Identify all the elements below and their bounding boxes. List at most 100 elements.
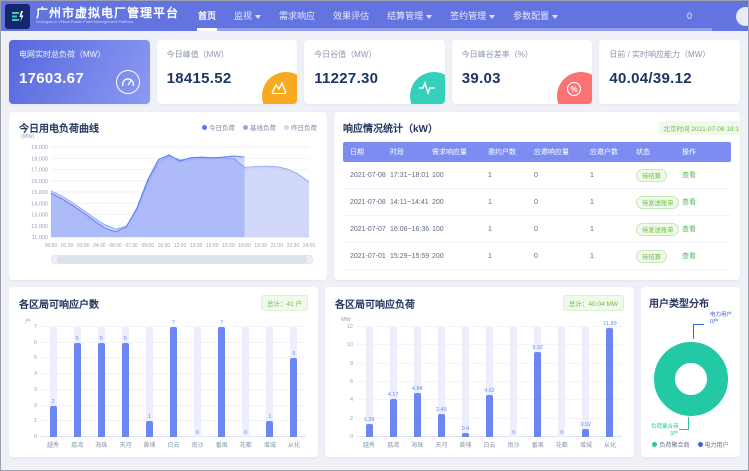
legend-dot [284, 125, 289, 130]
table-cell: 0 [534, 199, 590, 206]
y-tick-label: 1 [21, 418, 37, 424]
table-cell: 1 [590, 226, 636, 233]
svg-text:18:00: 18:00 [238, 243, 251, 249]
bar [582, 429, 589, 437]
y-tick-label: 3 [21, 387, 37, 393]
x-tick-label: 白云 [161, 440, 185, 449]
x-tick-label: 从化 [598, 440, 622, 449]
nav-item-5[interactable]: 签约管理 [441, 1, 504, 31]
households-bar-card: 各区局可响应户数 总计：41 户 户0123456726661707015越秀荔… [9, 287, 318, 457]
bar [438, 414, 445, 437]
kpi-card-peak: 今日峰值（MW） 18415.52 [157, 40, 298, 104]
y-tick-label: 10 [337, 342, 353, 348]
nav-item-6[interactable]: 参数配置 [504, 1, 567, 31]
bar-track [510, 327, 517, 437]
column-header: 邀约户数 [488, 147, 534, 157]
legend-item-2[interactable]: 昨日负荷 [284, 122, 317, 132]
donut-legend-item-0[interactable]: 负荷聚合商 [652, 440, 689, 449]
bar-column: 9.32 [526, 327, 550, 437]
user-avatar[interactable] [736, 7, 749, 26]
view-link[interactable]: 查看 [682, 253, 696, 260]
bar-column: 2.49 [429, 327, 453, 437]
bar-column: 5 [282, 327, 306, 437]
nav-item-2[interactable]: 需求响应 [270, 1, 324, 31]
response-stats-title: 响应情况统计（kW） [343, 120, 438, 135]
datazoom-slider[interactable] [51, 255, 313, 264]
table-row: 2021-07-0716:06~16:36100101待发送账单查看 [343, 216, 731, 243]
donut-legend-item-1[interactable]: 电力用户 [698, 440, 729, 449]
legend-label: 负荷聚合商 [659, 440, 689, 449]
table-header-row: 日期时段需求响应量邀约户数应邀响应量应邀户数状态操作 [343, 142, 731, 162]
nav-item-4[interactable]: 结算管理 [378, 1, 441, 31]
bar-column: 4.17 [381, 327, 405, 437]
bar-column: 0 [550, 327, 574, 437]
bar [290, 358, 297, 437]
svg-text:19:30: 19:30 [254, 243, 267, 249]
bar-column: 6 [65, 327, 89, 437]
user-type-title: 用户类型分布 [649, 295, 732, 310]
bar [390, 399, 397, 437]
table-row: 2021-07-0115:29~15:59200101待结算查看 [343, 243, 731, 270]
callout-line-top [693, 324, 704, 339]
table-body: 2021-07-0817:31~18:01100101待结算查看2021-07-… [343, 162, 731, 270]
chevron-down-icon [426, 15, 432, 19]
bar [414, 393, 421, 437]
bar [462, 433, 469, 437]
bar [50, 406, 57, 437]
bar-value-label: 7 [155, 320, 191, 326]
svg-text:10:30: 10:30 [158, 243, 171, 249]
y-tick-label: 5 [21, 355, 37, 361]
column-header: 应邀响应量 [534, 147, 590, 157]
bar [606, 328, 613, 437]
households-title: 各区局可响应户数 [19, 296, 99, 311]
table-cell: 15:29~15:59 [390, 253, 432, 260]
bar-column: 1.39 [357, 327, 381, 437]
svg-text:07:30: 07:30 [125, 243, 138, 249]
donut-ring [654, 342, 728, 416]
x-tick-label: 花都 [234, 440, 258, 449]
x-tick-label: 花都 [550, 440, 574, 449]
notification-count[interactable]: 0 [687, 1, 692, 31]
kpi-value: 40.04/39.12 [609, 70, 730, 87]
nav-item-1[interactable]: 监视 [225, 1, 270, 31]
bolt-icon [10, 9, 25, 24]
column-header: 操作 [682, 147, 731, 157]
load-bar-chart: MW0246810121.394.174.842.490.44.6209.320… [335, 327, 624, 449]
y-axis-unit: (MW) [21, 134, 34, 140]
bar-value-label: 5 [276, 351, 312, 357]
bar [170, 327, 177, 437]
table-cell: 2021-07-08 [350, 199, 390, 206]
table-cell: 200 [432, 253, 488, 260]
load-bar-card: 各区局可响应负荷 总计：40.04 MW MW0246810121.394.17… [325, 287, 634, 457]
app-title: 广州市虚拟电厂管理平台 [36, 7, 179, 20]
svg-text:09:00: 09:00 [141, 243, 154, 249]
view-link[interactable]: 查看 [682, 226, 696, 233]
x-tick-label: 越秀 [357, 440, 381, 449]
bar-category-axis: 越秀荔湾海珠天河黄埔白云南沙番禺花都增城从化 [357, 440, 622, 449]
view-link[interactable]: 查看 [682, 199, 696, 206]
kpi-card-total-load: 电网实时总负荷（MW） 17603.67 [9, 40, 150, 104]
y-tick-label: 8 [337, 361, 353, 367]
bar [74, 343, 81, 437]
bar-column: 1 [137, 327, 161, 437]
y-tick-label: 12 [337, 324, 353, 330]
svg-text:06:00: 06:00 [109, 243, 122, 249]
bar-column: 0 [186, 327, 210, 437]
load-curve-legend: 今日负荷基线负荷昨日负荷 [202, 122, 317, 132]
bar-column: 6 [89, 327, 113, 437]
bar-column: 0 [234, 327, 258, 437]
bar-column: 7 [210, 327, 234, 437]
nav-item-0[interactable]: 首页 [189, 1, 225, 31]
legend-label: 今日负荷 [209, 122, 235, 132]
bar-plot: 户0123456726661707015 [41, 327, 306, 437]
y-tick-label: 7 [21, 324, 37, 330]
svg-text:01:30: 01:30 [61, 243, 74, 249]
view-link[interactable]: 查看 [682, 172, 696, 179]
legend-item-1[interactable]: 基线负荷 [243, 122, 276, 132]
nav-item-3[interactable]: 效果评估 [324, 1, 378, 31]
callout-power-user: 电力用户 0户 [710, 312, 732, 326]
svg-text:12:00: 12:00 [174, 243, 187, 249]
legend-item-0[interactable]: 今日负荷 [202, 122, 235, 132]
datazoom-selection[interactable] [57, 256, 307, 263]
x-tick-label: 南沙 [502, 440, 526, 449]
